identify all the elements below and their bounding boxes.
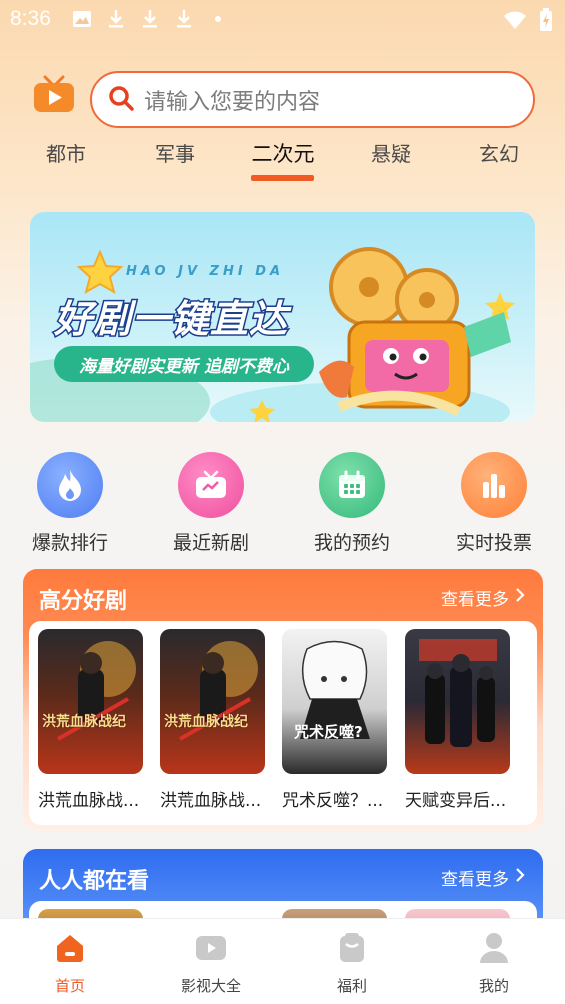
fire-icon (37, 452, 103, 518)
nav-label: 影视大全 (180, 977, 241, 995)
tab-dushi[interactable]: 都市 (46, 138, 86, 167)
drama-card[interactable]: 洪荒血脉战纪 洪荒血脉战... (38, 629, 143, 811)
gift-icon (335, 931, 369, 965)
banner-subtitle: HAO JV ZHI DA (126, 264, 285, 279)
tab-xuanyi[interactable]: 悬疑 (371, 138, 411, 167)
tab-xuanhuan[interactable]: 玄幻 (479, 138, 519, 167)
drama-title: 洪荒血脉战... (38, 791, 140, 811)
battery-icon (539, 8, 553, 36)
bottom-nav: 首页 影视大全 福利 我的 (0, 918, 565, 1004)
quick-item-live-vote[interactable]: 实时投票 (439, 452, 549, 555)
promo-banner[interactable]: HAO JV ZHI DA 好剧一键直达 海量好剧实更新 追剧不费心 (30, 212, 535, 422)
nav-label: 首页 (54, 977, 85, 995)
quick-item-label: 我的预约 (313, 532, 390, 554)
tv-logo-icon[interactable] (33, 75, 75, 113)
poster-title-text: 咒术反噬? (294, 723, 363, 741)
drama-card[interactable]: 天赋变异后... (405, 629, 510, 811)
poster-figure-art (419, 639, 497, 747)
download-icon (174, 8, 194, 30)
section-title: 高分好剧 (39, 589, 128, 614)
tv-icon (178, 452, 244, 518)
top-rated-section: 高分好剧 查看更多 洪荒血脉战纪 洪荒血脉战... 洪荒血脉战纪 洪荒血脉战..… (23, 569, 543, 831)
download-icon (140, 8, 160, 30)
section-title: 人人都在看 (39, 869, 150, 894)
quick-item-label: 最近新剧 (172, 532, 249, 554)
calendar-icon (319, 452, 385, 518)
image-icon (72, 8, 92, 30)
drama-title: 洪荒血脉战... (160, 791, 262, 811)
active-tab-indicator (251, 175, 314, 181)
nav-label: 我的 (478, 977, 509, 995)
drama-card[interactable]: 洪荒血脉战纪 洪荒血脉战... (160, 629, 265, 811)
user-icon (477, 931, 511, 965)
status-notification-icons (72, 8, 228, 30)
poster-title-text: 洪荒血脉战纪 (42, 714, 127, 731)
drama-title: 天赋变异后... (405, 791, 507, 811)
see-more-link[interactable]: 查看更多 (441, 865, 525, 890)
nav-welfare[interactable]: 福利 (302, 931, 402, 996)
nav-label: 福利 (336, 977, 367, 995)
bar-chart-icon (461, 452, 527, 518)
drama-poster: 洪荒血脉战纪 (160, 629, 265, 774)
search-input[interactable]: 请输入您要的内容 (90, 71, 535, 128)
video-icon (194, 931, 228, 965)
see-more-label: 查看更多 (441, 590, 509, 610)
nav-home[interactable]: 首页 (20, 931, 120, 996)
nav-profile[interactable]: 我的 (444, 931, 544, 996)
tab-erciyuan[interactable]: 二次元 (252, 138, 315, 168)
quick-item-label: 实时投票 (455, 532, 532, 554)
film-projector-mascot-art (319, 247, 511, 417)
quick-nav: 爆款排行 最近新剧 我的预约 实时投票 (0, 452, 565, 562)
drama-poster (405, 629, 510, 774)
banner-tagline: 海量好剧实更新 追剧不费心 (54, 346, 314, 382)
see-more-label: 查看更多 (441, 870, 509, 890)
quick-item-new-series[interactable]: 最近新剧 (156, 452, 266, 555)
search-placeholder: 请输入您要的内容 (144, 89, 321, 115)
see-more-link[interactable]: 查看更多 (441, 585, 525, 610)
drama-card[interactable]: 咒术反噬? 咒术反噬？... (282, 629, 387, 811)
wifi-icon (503, 10, 527, 34)
drama-poster: 咒术反噬? (282, 629, 387, 774)
poster-figure-art (179, 641, 258, 741)
drama-title: 咒术反噬？... (282, 791, 384, 811)
search-icon (108, 85, 134, 115)
chevron-right-icon (515, 867, 525, 888)
poster-figure-art (300, 640, 370, 739)
download-icon (106, 8, 126, 30)
quick-item-my-reservations[interactable]: 我的预约 (297, 452, 407, 555)
poster-figure-art (57, 641, 136, 741)
nav-video-library[interactable]: 影视大全 (161, 931, 261, 996)
status-bar: 8:36 (0, 0, 565, 40)
quick-item-hot-ranking[interactable]: 爆款排行 (15, 452, 125, 555)
status-system-icons (503, 8, 553, 36)
drama-poster: 洪荒血脉战纪 (38, 629, 143, 774)
status-time: 8:36 (10, 7, 51, 30)
banner-title: 好剧一键直达 (52, 296, 289, 343)
quick-item-label: 爆款排行 (31, 532, 108, 554)
chevron-right-icon (515, 587, 525, 608)
poster-title-text: 洪荒血脉战纪 (164, 714, 249, 731)
tab-junshi[interactable]: 军事 (155, 138, 195, 167)
home-icon (53, 931, 87, 965)
section-content: 洪荒血脉战纪 洪荒血脉战... 洪荒血脉战纪 洪荒血脉战... 咒术反噬? 咒术… (29, 621, 537, 825)
dot-icon (208, 8, 228, 30)
